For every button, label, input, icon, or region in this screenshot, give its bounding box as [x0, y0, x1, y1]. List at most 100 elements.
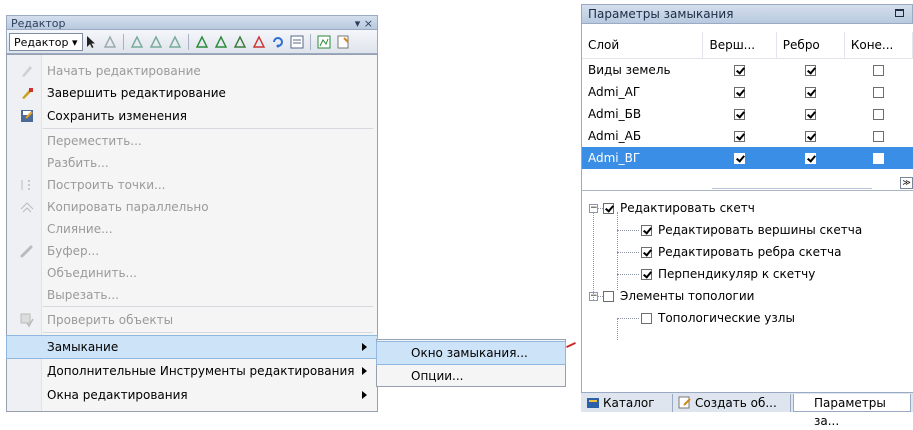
menu-item[interactable]: Завершить редактирование	[7, 82, 377, 104]
table-row[interactable]: Admi_ВГ	[582, 147, 913, 169]
menu-item[interactable]: Сохранить изменения	[7, 105, 377, 127]
edge-snap-checkbox[interactable]	[804, 109, 816, 120]
tree-connector	[617, 274, 639, 275]
tree-connector	[593, 212, 594, 300]
arc-segment-icon[interactable]	[148, 34, 164, 50]
tree-connector	[617, 252, 639, 253]
submenu-item[interactable]: Опции...	[377, 365, 565, 387]
menu-item-label: Начать редактирование	[47, 64, 201, 78]
end-snap-checkbox[interactable]	[872, 153, 884, 164]
tree-node[interactable]: Редактировать вершины скетча	[641, 220, 862, 240]
menu-item[interactable]: Окна редактирования	[7, 384, 377, 406]
editor-close-button[interactable]: ▾ ×	[355, 16, 373, 31]
edit-arrow-icon[interactable]	[83, 34, 99, 50]
tree-node[interactable]: Перпендикуляр к скетчу	[641, 264, 815, 284]
vertex-snap-checkbox[interactable]	[734, 87, 746, 98]
menu-item-label: Переместить...	[47, 134, 142, 148]
cell	[844, 125, 912, 147]
vertex-snap-checkbox[interactable]	[734, 153, 746, 164]
end-snap-checkbox[interactable]	[872, 109, 884, 120]
table-row[interactable]: Admi_БВ	[582, 103, 913, 125]
tree-node[interactable]: Топологические узлы	[641, 308, 795, 328]
tree-node[interactable]: Редактировать ребра скетча	[641, 242, 841, 262]
vertex-snap-checkbox[interactable]	[734, 131, 746, 142]
tree-node[interactable]: Элементы топологии	[603, 286, 754, 306]
snapping-window-titlebar[interactable]: Параметры замыкания	[581, 4, 913, 24]
edge-snap-checkbox[interactable]	[804, 87, 816, 98]
end-snap-checkbox[interactable]	[872, 87, 884, 98]
create-features-icon[interactable]	[335, 34, 351, 50]
tree-connector	[617, 230, 639, 231]
end-snap-checkbox[interactable]	[872, 65, 884, 76]
menu-item: Буфер...	[7, 240, 377, 262]
edit-annotation-icon[interactable]	[102, 34, 118, 50]
edge-snap-checkbox[interactable]	[804, 65, 816, 76]
dock-tab[interactable]: Каталог	[583, 394, 673, 412]
tree-node-label: Перпендикуляр к скетчу	[658, 267, 816, 281]
menu-item: Переместить...	[7, 130, 377, 152]
editor-menu-button[interactable]: Редактор ▾	[9, 33, 83, 51]
edge-snap-checkbox[interactable]	[804, 153, 816, 164]
editor-toolbar-titlebar[interactable]: Редактор ▾ ×	[6, 15, 378, 30]
toolbar-separator	[123, 34, 124, 50]
edge-snap-checkbox[interactable]	[804, 131, 816, 142]
tree-node-checkbox[interactable]	[603, 203, 614, 214]
splitter-handle[interactable]	[712, 188, 872, 189]
menu-item-label: Сохранить изменения	[47, 109, 188, 123]
straight-segment-icon[interactable]	[129, 34, 145, 50]
table-row[interactable]: Admi_АГ	[582, 81, 913, 103]
menu-item-label: Разбить...	[47, 156, 109, 170]
sketch-properties-icon[interactable]	[316, 34, 332, 50]
rotate-icon[interactable]	[270, 34, 286, 50]
tree-node-checkbox[interactable]	[603, 291, 614, 302]
column-header[interactable]: Слой	[582, 32, 704, 59]
trace-icon[interactable]	[167, 34, 183, 50]
create-features-icon	[678, 396, 692, 409]
column-header[interactable]: Ребро	[776, 32, 845, 59]
tree-node[interactable]: Редактировать скетч	[603, 198, 755, 218]
window-restore-icon[interactable]	[895, 9, 904, 17]
delete-icon[interactable]	[251, 34, 267, 50]
tree-node-label: Редактировать скетч	[620, 201, 755, 215]
column-header[interactable]: Коне...	[844, 32, 913, 59]
dock-tab-label: Каталог	[603, 396, 655, 410]
submenu-arrow-icon	[362, 367, 367, 375]
collapse-toggle-icon[interactable]: ≫	[900, 177, 913, 189]
column-header[interactable]: Верш...	[702, 32, 777, 59]
catalog-icon	[586, 396, 600, 409]
submenu-item[interactable]: Окно замыкания...	[376, 341, 566, 365]
move-icon[interactable]	[232, 34, 248, 50]
cell	[844, 147, 913, 169]
submenu-item-label: Опции...	[411, 369, 464, 383]
tree-node-checkbox[interactable]	[641, 269, 652, 280]
attributes-icon[interactable]	[289, 34, 305, 50]
cell	[776, 81, 844, 103]
table-row[interactable]: Admi_АБ	[582, 125, 913, 147]
vertex-snap-checkbox[interactable]	[734, 65, 746, 76]
split-tool-icon[interactable]	[213, 34, 229, 50]
menu-item: Слияние...	[7, 218, 377, 240]
menu-item: Проверить объекты	[7, 309, 377, 331]
menu-item-label: Слияние...	[47, 222, 113, 236]
cell	[703, 81, 776, 103]
editor-title: Редактор	[11, 17, 66, 30]
tree-node-checkbox[interactable]	[641, 313, 652, 324]
cell	[776, 125, 844, 147]
table-row[interactable]: Виды земель	[582, 59, 913, 82]
dock-tab[interactable]: Создать об...	[675, 394, 791, 412]
menu-item[interactable]: Замыкание	[6, 335, 378, 359]
tree-node-checkbox[interactable]	[641, 225, 652, 236]
layer-name: Admi_ВГ	[582, 147, 703, 169]
snapping-layers-table: Слой Верш... Ребро Коне... Виды земель Admi_…	[582, 32, 913, 169]
dock-tab[interactable]: Параметры за...	[793, 394, 911, 428]
tree-node-checkbox[interactable]	[641, 247, 652, 258]
editor-dropdown-menu: Начать редактирование Завершить редактиро…	[6, 54, 378, 412]
tree-node-label: Топологические узлы	[658, 311, 795, 325]
cell	[703, 103, 776, 125]
topology-edit-icon[interactable]	[194, 34, 210, 50]
menu-item[interactable]: Дополнительные Инструменты редактировани…	[7, 360, 377, 382]
end-snap-checkbox[interactable]	[872, 131, 884, 142]
dock-tab-label: Параметры за...	[814, 396, 886, 428]
cell	[703, 59, 776, 82]
vertex-snap-checkbox[interactable]	[734, 109, 746, 120]
